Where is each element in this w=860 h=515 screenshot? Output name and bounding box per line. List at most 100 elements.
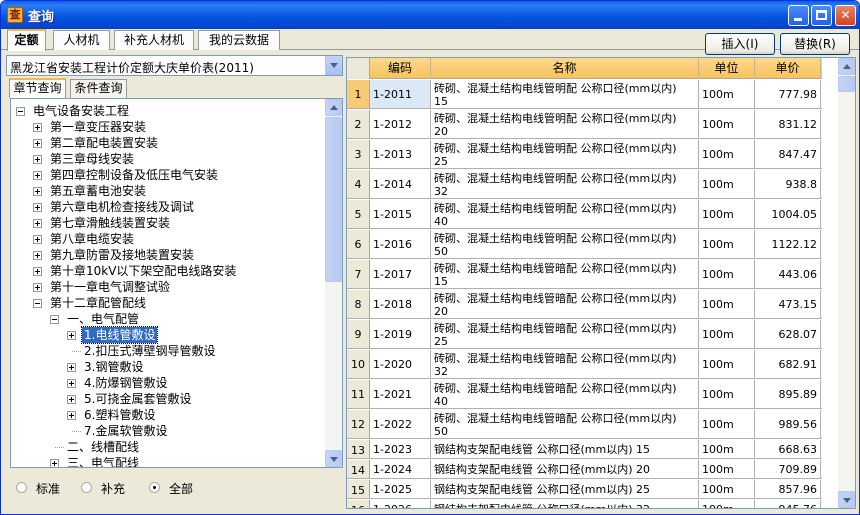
tree-node[interactable]: 第三章母线安装	[11, 151, 326, 167]
expand-icon[interactable]	[33, 123, 42, 132]
tree-node[interactable]: 6.塑料管敷设	[11, 407, 326, 423]
table-row[interactable]: 6 1-2016 砖砌、混凝土结构电线管明配 公称口径(mm以内) 50 100m 112…	[347, 230, 822, 259]
scroll-down-icon[interactable]	[838, 491, 855, 508]
expand-icon[interactable]	[33, 235, 42, 244]
expand-icon[interactable]	[33, 187, 42, 196]
title-bar[interactable]: 查 查询 ✕	[1, 1, 859, 29]
radio-label: 补充	[101, 482, 126, 496]
table-row[interactable]: 5 1-2015 砖砌、混凝土结构电线管明配 公称口径(mm以内) 40 100m 100…	[347, 200, 822, 229]
cell-name-size: 50	[434, 425, 448, 438]
table-row[interactable]: 3 1-2013 砖砌、混凝土结构电线管明配 公称口径(mm以内) 25 100m 847…	[347, 140, 822, 169]
tree-node[interactable]: 第四章控制设备及低压电气安装	[11, 167, 326, 183]
table-row[interactable]: 4 1-2014 砖砌、混凝土结构电线管明配 公称口径(mm以内) 32 100m 938…	[347, 170, 822, 199]
insert-button[interactable]: 插入(I)	[705, 33, 775, 55]
tree-node[interactable]: 三、电气配线	[11, 455, 326, 467]
cell-price: 777.98	[755, 80, 821, 108]
tab-chapter-search[interactable]: 章节查询	[9, 78, 66, 98]
expand-icon[interactable]	[33, 139, 42, 148]
expand-icon[interactable]	[67, 395, 76, 404]
tree-node[interactable]: 第七章滑触线装置安装	[11, 215, 326, 231]
tab-supplementary[interactable]: 补充人材机	[114, 30, 194, 50]
cell-unit: 100m	[699, 80, 755, 108]
tree-node[interactable]: 第十一章电气调整试验	[11, 279, 326, 295]
table-row[interactable]: 13 1-2023 钢结构支架配电线管 公称口径(mm以内) 15 100m 668.6…	[347, 440, 822, 459]
tab-quota[interactable]: 定额	[7, 29, 46, 51]
tree-node[interactable]: 一、电气配管	[11, 311, 326, 327]
table-row[interactable]: 7 1-2017 砖砌、混凝土结构电线管暗配 公称口径(mm以内) 15 100m 443…	[347, 260, 822, 289]
cell-name-size: 40	[434, 215, 448, 228]
expand-icon[interactable]	[33, 251, 42, 260]
expand-icon[interactable]	[67, 331, 76, 340]
table-row[interactable]: 15 1-2025 钢结构支架配电线管 公称口径(mm以内) 25 100m 857.9…	[347, 480, 822, 499]
header-code[interactable]: 编码	[370, 58, 431, 79]
tree-scrollbar[interactable]	[325, 99, 342, 467]
expand-icon[interactable]	[33, 203, 42, 212]
expand-icon[interactable]	[33, 283, 42, 292]
tree-node[interactable]: 第二章配电装置安装	[11, 135, 326, 151]
minimize-button[interactable]	[788, 5, 809, 26]
table-row[interactable]: 1 1-2011 砖砌、混凝土结构电线管明配 公称口径(mm以内) 15 100m 777…	[347, 80, 822, 109]
table-row[interactable]: 11 1-2021 砖砌、混凝土结构电线管暗配 公称口径(mm以内) 40 100m 89…	[347, 380, 822, 409]
maximize-button[interactable]	[811, 5, 832, 26]
tree-node[interactable]: 4.防爆钢管敷设	[11, 375, 326, 391]
table-row[interactable]: 9 1-2019 砖砌、混凝土结构电线管暗配 公称口径(mm以内) 25 100m 628…	[347, 320, 822, 349]
cell-unit: 100m	[699, 460, 755, 478]
scroll-up-icon[interactable]	[325, 99, 342, 116]
tree-node-label: 第一章变压器安装	[50, 120, 147, 134]
replace-button[interactable]: 替换(R)	[780, 33, 850, 55]
cell-name: 砖砌、混凝土结构电线管暗配 公称口径(mm以内) 40	[431, 380, 699, 408]
header-price[interactable]: 单价	[755, 58, 821, 79]
tree-node[interactable]: 电气设备安装工程	[11, 103, 326, 119]
table-row[interactable]: 14 1-2024 钢结构支架配电线管 公称口径(mm以内) 20 100m 709.8…	[347, 460, 822, 479]
tree-node[interactable]: 第六章电机检查接线及调试	[11, 199, 326, 215]
expand-icon[interactable]	[67, 363, 76, 372]
tree-node[interactable]: 5.可挠金属套管敷设	[11, 391, 326, 407]
tab-labor-material-machine[interactable]: 人材机	[53, 30, 110, 50]
tree-node[interactable]: 二、线槽配线	[11, 439, 326, 455]
tab-condition-search[interactable]: 条件查询	[70, 79, 127, 98]
table-row[interactable]: 8 1-2018 砖砌、混凝土结构电线管暗配 公称口径(mm以内) 20 100m 473…	[347, 290, 822, 319]
scroll-down-icon[interactable]	[325, 450, 342, 467]
expand-icon[interactable]	[67, 411, 76, 420]
tree-node[interactable]: 第八章电缆安装	[11, 231, 326, 247]
expand-icon[interactable]	[67, 379, 76, 388]
tree-node[interactable]: 第十章10kV以下架空配电线路安装	[11, 263, 326, 279]
table-row[interactable]: 10 1-2020 砖砌、混凝土结构电线管暗配 公称口径(mm以内) 32 100m 68…	[347, 350, 822, 379]
header-name[interactable]: 名称	[431, 58, 699, 79]
tree-scroll-thumb[interactable]	[325, 117, 342, 282]
table-row[interactable]: 2 1-2012 砖砌、混凝土结构电线管明配 公称口径(mm以内) 20 100m 831…	[347, 110, 822, 139]
expand-icon[interactable]	[33, 171, 42, 180]
collapse-icon[interactable]	[16, 107, 25, 116]
cell-name-text: 砖砌、混凝土结构电线管明配 公称口径(mm以内)	[434, 172, 677, 185]
table-row[interactable]: 161-2026钢结构支架配电线管 公称口径(mm以内) 32100m945.7…	[347, 500, 822, 508]
expand-icon[interactable]	[33, 155, 42, 164]
tree-node[interactable]: 1.电线管敷设	[11, 326, 326, 344]
chevron-down-icon[interactable]	[325, 56, 342, 75]
table-row[interactable]: 12 1-2022 砖砌、混凝土结构电线管暗配 公称口径(mm以内) 50 100m 98…	[347, 410, 822, 439]
cell-name: 钢结构支架配电线管 公称口径(mm以内) 15	[431, 440, 699, 458]
cell-name-text: 砖砌、混凝土结构电线管暗配 公称口径(mm以内)	[434, 292, 677, 305]
tree-node[interactable]: 第九章防雷及接地装置安装	[11, 247, 326, 263]
collapse-icon[interactable]	[50, 315, 59, 324]
tree-node[interactable]: 第一章变压器安装	[11, 119, 326, 135]
expand-icon[interactable]	[33, 267, 42, 276]
tree-node[interactable]: 2.扣压式薄壁钢导管敷设	[11, 343, 326, 359]
quota-library-select[interactable]: 黑龙江省安装工程计价定额大庆单价表(2011)	[6, 55, 343, 76]
radio-dot[interactable]	[81, 482, 92, 493]
table-scroll-thumb[interactable]	[838, 76, 855, 92]
row-number: 7	[347, 260, 370, 288]
radio-dot[interactable]	[149, 482, 160, 493]
scroll-up-icon[interactable]	[838, 58, 855, 75]
tree-node[interactable]: 7.金属软管敷设	[11, 423, 326, 439]
collapse-icon[interactable]	[33, 299, 42, 308]
expand-icon[interactable]	[50, 459, 59, 467]
tree-node[interactable]: 3.钢管敷设	[11, 359, 326, 375]
table-scrollbar[interactable]	[838, 58, 855, 508]
expand-icon[interactable]	[33, 219, 42, 228]
tree-node[interactable]: 第五章蓄电池安装	[11, 183, 326, 199]
tab-my-cloud-data[interactable]: 我的云数据	[198, 30, 280, 50]
tree-node[interactable]: 第十二章配管配线	[11, 295, 326, 311]
close-button[interactable]: ✕	[835, 5, 856, 26]
radio-dot[interactable]	[16, 482, 27, 493]
header-unit[interactable]: 单位	[699, 58, 755, 79]
